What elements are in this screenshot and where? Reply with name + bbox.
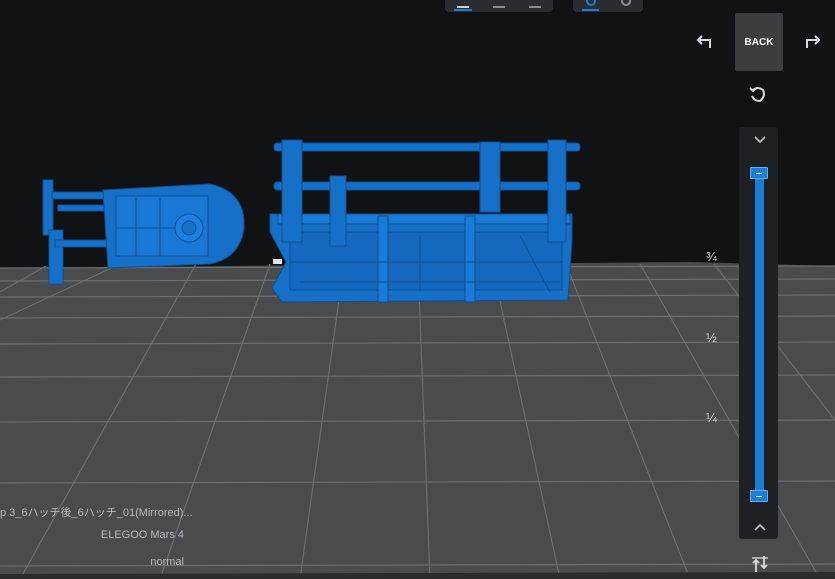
slider-mark-three-quarters: ¾ xyxy=(706,249,717,264)
undo-icon[interactable] xyxy=(695,34,715,54)
back-button-label: BACK xyxy=(744,36,774,48)
slider-upper-handle[interactable] xyxy=(750,167,768,179)
model-rack[interactable] xyxy=(269,139,581,303)
redo-icon[interactable] xyxy=(802,34,822,54)
render-toolbar xyxy=(573,0,643,12)
3d-viewport[interactable] xyxy=(0,0,835,579)
render-mode-button[interactable] xyxy=(573,0,608,12)
origin-marker xyxy=(273,259,282,264)
model-file-name: p 3_6ハッチ後_6ハッチ_01(Mirrored)... xyxy=(0,507,193,519)
slider-lower-handle[interactable] xyxy=(750,490,768,502)
layer-slider-track[interactable] xyxy=(755,172,764,495)
slider-mark-half: ½ xyxy=(706,330,717,345)
view-toolbar xyxy=(445,0,553,12)
back-button[interactable]: BACK xyxy=(735,13,783,71)
printer-name: ELEGOO Mars 4 xyxy=(100,529,184,541)
layer-adjust-icon[interactable] xyxy=(750,554,770,574)
view-side-button[interactable] xyxy=(481,0,517,12)
chevron-down-icon[interactable] xyxy=(750,133,770,147)
render-wire-button[interactable] xyxy=(608,0,643,12)
chevron-up-icon[interactable] xyxy=(750,520,770,534)
rotate-icon[interactable] xyxy=(748,84,768,104)
view-back-button[interactable] xyxy=(517,0,553,12)
slider-mark-quarter: ¼ xyxy=(706,410,717,425)
view-front-button[interactable] xyxy=(445,0,481,12)
print-mode: normal xyxy=(150,556,184,568)
